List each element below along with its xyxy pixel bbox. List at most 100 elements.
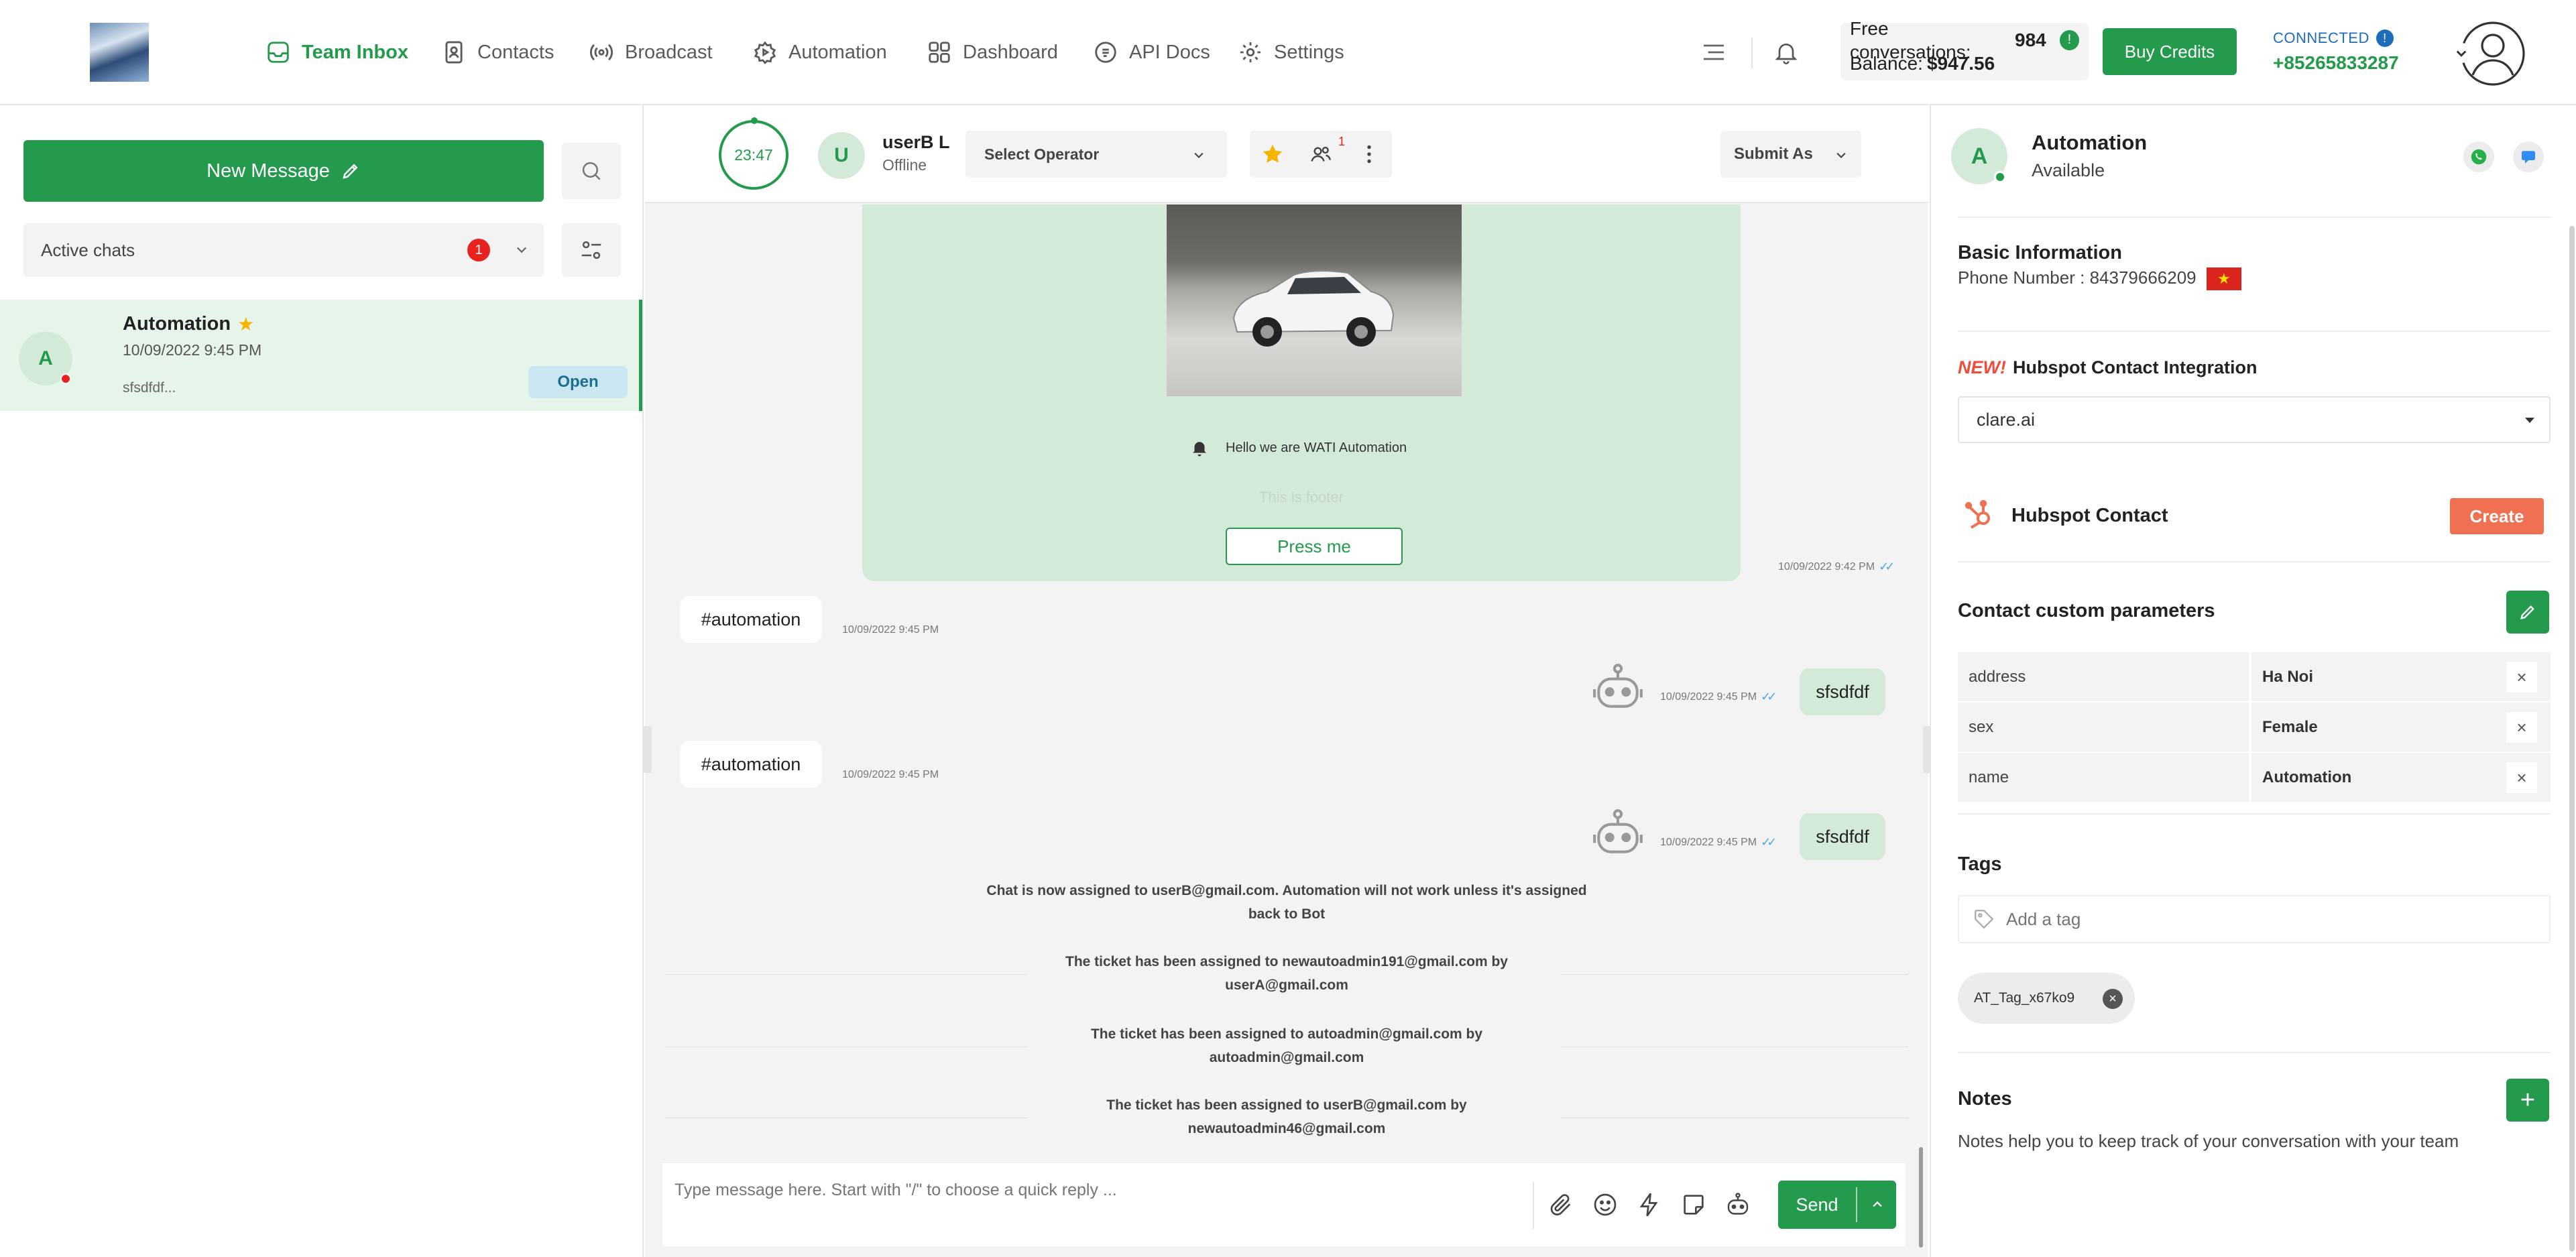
chevron-down-icon [516,247,527,253]
team-icon[interactable] [1309,142,1333,166]
incoming-message: #automation [680,741,822,788]
message-timestamp: 10/09/2022 9:45 PM [842,769,939,780]
info-icon[interactable]: ! [2059,29,2079,50]
tag-chip[interactable]: AT_Tag_x67ko9 × [1958,973,2135,1024]
sliders-icon [581,241,601,259]
divider [1958,217,2551,218]
assigned-user-status: Offline [882,156,927,174]
company-logo[interactable] [90,23,149,82]
chat-filter-label: Active chats [41,239,135,260]
edit-parameters-button[interactable] [2506,591,2549,634]
credit-summary: Free conversations: 984 ! Balance: $947.… [1840,18,2089,80]
close-icon[interactable]: × [2506,712,2537,743]
scrollbar[interactable] [1919,1147,1923,1248]
contact-details-panel: A Automation Available Basic Information… [1930,105,2576,1257]
phone-number-label: Phone Number : [1958,267,2085,288]
submit-as-label: Submit As [1734,145,1813,163]
nav-broadcast[interactable]: Broadcast [589,35,713,70]
chevron-up-icon[interactable] [1868,1195,1887,1214]
dashboard-icon [929,42,950,63]
bell-icon[interactable] [1773,39,1800,66]
star-icon[interactable] [1261,142,1285,166]
system-message-line: back to Bot [1248,906,1326,922]
top-navigation: Team Inbox Contacts Broadcast Automation… [0,0,2576,105]
avatar: A [1951,128,2007,184]
message-thread[interactable]: Hello we are WATI Automation This is foo… [645,204,1928,1257]
pencil-icon [2520,605,2534,619]
message-image[interactable] [1167,204,1462,396]
paperclip-icon[interactable] [1547,1191,1574,1218]
info-icon[interactable]: ! [2376,29,2394,47]
create-hubspot-contact-button[interactable]: Create [2450,498,2544,534]
add-note-button[interactable]: + [2506,1079,2549,1122]
outgoing-message: sfsdfdf [1800,668,1885,715]
submit-as-dropdown[interactable]: Submit As [1720,131,1861,178]
system-message: Chat is now assigned to userB@gmail.com.… [980,879,1593,926]
nav-label: Broadcast [625,41,713,63]
timestamp-text: 10/09/2022 9:42 PM [1778,560,1875,573]
robot-icon[interactable] [1724,1191,1751,1218]
double-check-icon: ✓✓ [1761,835,1777,849]
avatar: A [19,332,72,385]
new-message-button[interactable]: New Message [23,140,544,202]
close-icon[interactable]: × [2506,662,2537,693]
whatsapp-channel-button[interactable] [2463,141,2494,172]
nav-api-docs[interactable]: API Docs [1093,35,1210,70]
nav-team-inbox[interactable]: Team Inbox [266,35,408,70]
double-check-icon: ✓✓ [1879,560,1895,573]
custom-parameters-table: address Ha Noi × sex Female × name Autom… [1958,652,2551,803]
system-message-line: The ticket has been assigned to newautoa… [1065,954,1508,969]
send-button[interactable]: Send [1778,1181,1896,1229]
tag-input[interactable] [2006,908,2475,930]
chat-channel-button[interactable] [2513,141,2544,172]
divider [1856,1187,1857,1222]
tag-label: AT_Tag_x67ko9 [1974,990,2075,1006]
emoji-icon[interactable] [1592,1191,1619,1218]
parameter-key: address [1958,652,2249,701]
message-timestamp: 10/09/2022 9:45 PM [842,624,939,636]
sticker-icon[interactable] [1680,1191,1707,1218]
hubspot-integration-label: Hubspot Contact Integration [2012,357,2258,377]
system-message: The ticket has been assigned to userB@gm… [980,1093,1593,1140]
incoming-message: #automation [680,596,822,643]
divider [665,1046,1027,1047]
template-body: Hello we are WATI Automation [1226,440,1407,455]
template-quick-reply-button[interactable]: Press me [1226,528,1403,565]
buy-credits-button[interactable]: Buy Credits [2103,28,2237,75]
star-icon: ★ [237,314,255,335]
close-icon[interactable]: × [2506,762,2537,793]
divider [1958,561,2551,562]
menu-icon[interactable] [1700,39,1727,66]
whatsapp-icon [2471,149,2487,165]
nav-contacts[interactable]: Contacts [441,35,554,70]
timestamp-text: 10/09/2022 9:45 PM [1660,836,1757,848]
chat-list-item[interactable]: A Automation ★ 10/09/2022 9:45 PM sfsdfd… [0,300,642,411]
notes-title: Notes [1958,1088,2012,1110]
divider [665,974,1027,975]
nav-label: Dashboard [963,41,1058,63]
avatar-initial: A [38,347,53,369]
nav-automation[interactable]: Automation [752,35,887,70]
system-message-line: The ticket has been assigned to userB@gm… [1106,1097,1467,1113]
tag-input-field[interactable] [1958,895,2551,943]
scrollbar[interactable] [2569,226,2575,1252]
resize-handle[interactable] [642,726,652,773]
chat-filter-dropdown[interactable]: Active chats 1 [23,223,544,277]
more-vertical-icon[interactable] [1357,142,1381,166]
nav-dashboard[interactable]: Dashboard [927,35,1058,70]
system-message-line: autoadmin@gmail.com [1209,1050,1364,1065]
chat-preview: sfsdfdf... [123,380,176,396]
inbox-icon [268,42,289,63]
chevron-down-icon[interactable] [2451,43,2471,63]
robot-icon [1593,664,1643,708]
message-input[interactable] [675,1177,1506,1203]
filter-settings-button[interactable] [562,223,621,277]
remove-tag-icon[interactable]: × [2103,989,2123,1009]
template-footer: This is footer [1259,489,1344,505]
search-button[interactable] [562,143,621,199]
operator-select[interactable]: Select Operator [965,131,1227,178]
system-message-line: Chat is now assigned to userB@gmail.com.… [986,883,1587,898]
lightning-icon[interactable] [1636,1191,1663,1218]
hubspot-account-select[interactable]: clare.ai [1958,396,2551,443]
nav-settings[interactable]: Settings [1238,35,1344,70]
